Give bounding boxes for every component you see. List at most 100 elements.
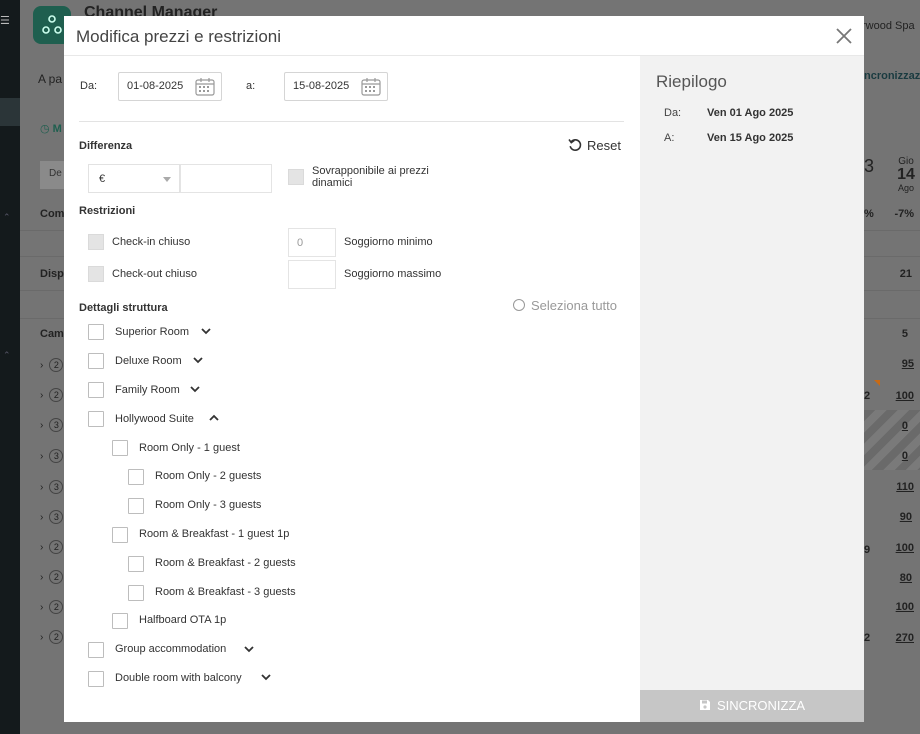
checkout-closed-checkbox[interactable] (88, 266, 104, 282)
sidebar-mark: ⌃ (3, 350, 11, 360)
background-mode-label: ◷ M (40, 123, 62, 135)
close-icon[interactable] (834, 26, 854, 46)
chevron-down-icon[interactable] (190, 385, 200, 393)
bg-expander: › 2 (40, 600, 64, 614)
overlap-checkbox[interactable] (288, 169, 304, 185)
chevron-down-icon[interactable] (201, 327, 211, 335)
count-badge: 2 (49, 358, 64, 372)
bg-price: 80 (899, 572, 912, 584)
rate-label: Halfboard OTA 1p (139, 614, 227, 626)
sync-label: SINCRONIZZA (716, 698, 806, 713)
room-checkbox[interactable] (88, 382, 104, 398)
bg-price: 0 (901, 420, 908, 432)
difference-amount-input[interactable] (180, 164, 272, 193)
date-to-label: a: (246, 80, 256, 92)
count-badge: 2 (49, 570, 64, 584)
difference-title: Differenza (79, 140, 133, 152)
bg-price: 110 (896, 481, 914, 493)
summary-panel: Riepilogo Da: Ven 01 Ago 2025 A: Ven 15 … (640, 56, 864, 722)
summary-title: Riepilogo (656, 72, 727, 91)
currency-select[interactable]: € (88, 164, 180, 193)
currency-value: € (99, 173, 106, 185)
overlap-label: Sovrapponibile ai prezzi dinamici (312, 165, 429, 189)
rate-checkbox[interactable] (112, 613, 128, 629)
summary-from-label: Da: (664, 107, 682, 119)
bg-price: 100 (895, 601, 914, 613)
occupancy-checkbox[interactable] (128, 585, 144, 601)
occupancy-checkbox[interactable] (128, 498, 144, 514)
room-label: Superior Room (115, 326, 189, 338)
room-checkbox[interactable] (88, 671, 104, 687)
date-from-label: Da: (80, 80, 98, 92)
room-label: Family Room (115, 384, 180, 396)
room-checkbox[interactable] (88, 324, 104, 340)
reset-label: Reset (587, 138, 621, 153)
rate-checkbox[interactable] (112, 527, 128, 543)
sync-button[interactable]: SINCRONIZZA (640, 690, 864, 722)
bg-row-label: Cam (40, 328, 64, 340)
background-sidebar: ☰ ⌃ ⌃ (0, 0, 20, 734)
radio-icon (513, 299, 525, 311)
bg-expander: › 2 (40, 388, 64, 402)
chevron-down-icon[interactable] (244, 645, 254, 653)
date-from-input[interactable]: 01-08-2025 (118, 72, 222, 101)
min-stay-input[interactable]: 0 (288, 228, 336, 257)
occupancy-checkbox[interactable] (128, 469, 144, 485)
count-badge: 2 (49, 600, 64, 614)
room-checkbox[interactable] (88, 353, 104, 369)
bg-expander: › 3 (40, 449, 64, 463)
rate-checkbox[interactable] (112, 440, 128, 456)
summary-to-label: A: (664, 132, 675, 144)
bg-cell: -7% (894, 208, 914, 220)
bg-price: 90 (899, 511, 912, 523)
modal-title: Modifica prezzi e restrizioni (76, 27, 282, 46)
bg-expander: › 2 (40, 358, 64, 372)
max-stay-input[interactable] (288, 260, 336, 289)
sidebar-mark: ⌃ (3, 212, 11, 222)
summary-from-value: Ven 01 Ago 2025 (707, 107, 794, 119)
calendar-icon[interactable] (361, 78, 381, 96)
bg-row-label: Com (40, 208, 65, 220)
occupancy-label: Room Only - 2 guests (155, 470, 262, 482)
edit-form: Da: 01-08-2025 a: 15-08-2025 Differenza … (64, 56, 640, 722)
bg-date-header: Gio 14 Ago (892, 156, 920, 193)
restrictions-title: Restrizioni (79, 205, 136, 217)
reset-button[interactable]: Reset (568, 138, 621, 153)
date-to-input[interactable]: 15-08-2025 (284, 72, 388, 101)
count-badge: 3 (49, 510, 64, 524)
select-all-button[interactable]: Seleziona tutto (513, 298, 617, 313)
rate-label: Room & Breakfast - 1 guest 1p (139, 528, 290, 540)
chevron-down-icon[interactable] (193, 356, 203, 364)
room-checkbox[interactable] (88, 642, 104, 658)
count-badge: 2 (49, 540, 64, 554)
menu-icon: ☰ (0, 15, 10, 27)
room-label: Hollywood Suite (115, 413, 194, 425)
chevron-up-icon[interactable] (209, 414, 219, 422)
bg-expander: › 3 (40, 510, 64, 524)
calendar-icon[interactable] (195, 78, 215, 96)
occupancy-checkbox[interactable] (128, 556, 144, 572)
room-checkbox[interactable] (88, 411, 104, 427)
background-filter: De (40, 161, 64, 189)
room-label: Deluxe Room (115, 355, 182, 367)
occupancy-label: Room & Breakfast - 3 guests (155, 586, 296, 598)
bg-expander: › 2 (40, 540, 64, 554)
bg-cell: 2 (864, 632, 871, 644)
count-badge: 3 (49, 418, 64, 432)
save-icon (699, 700, 710, 710)
chevron-down-icon[interactable] (261, 673, 271, 681)
rate-label: Room Only - 1 guest (139, 442, 240, 454)
room-label: Group accommodation (115, 643, 227, 655)
count-badge: 2 (49, 630, 64, 644)
bg-expander: › 2 (40, 630, 64, 644)
bg-expander: › 3 (40, 480, 64, 494)
bg-row-label: Disp (40, 268, 64, 280)
bg-price: 0 (901, 450, 908, 462)
background-sync-link: ncronizzaz (864, 70, 920, 82)
bg-expander: › 2 (40, 570, 64, 584)
bg-price: 100 (895, 390, 914, 402)
bg-expander: › 3 (40, 418, 64, 432)
checkin-closed-checkbox[interactable] (88, 234, 104, 250)
date-to-value: 15-08-2025 (293, 80, 350, 92)
bg-cell: 21 (899, 268, 912, 280)
